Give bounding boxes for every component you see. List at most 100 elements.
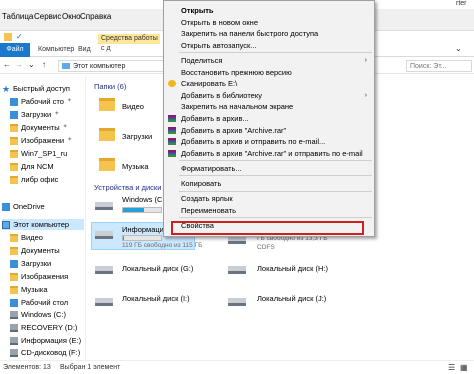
tab-computer[interactable]: Компьютер — [38, 46, 74, 53]
up-arrow-icon[interactable]: ↑ — [42, 60, 46, 69]
context-menu-item-15[interactable]: Создать ярлык — [165, 193, 373, 204]
sidebar-item-5[interactable]: Win7_SP1_ru — [10, 148, 67, 159]
context-menu-item-9[interactable]: Добавить в архив... — [165, 113, 373, 124]
context-menu-label: Добавить в библиотеку — [181, 90, 262, 100]
context-menu-item-5[interactable]: Восстановить прежнюю версию — [165, 67, 373, 78]
video-folder-icon[interactable] — [99, 98, 115, 111]
ribbon-expand-icon[interactable]: ⌄ — [455, 44, 462, 53]
drive-j-label[interactable]: Локальный диск (J:) — [257, 294, 326, 303]
context-menu-item-4[interactable]: Поделиться › — [165, 55, 373, 66]
sidebar-item-2[interactable]: Загрузки ✦ — [10, 109, 59, 120]
sidebar-item-label: Загрузки — [21, 259, 52, 268]
sidebar-item-9[interactable]: Этот компьютер — [2, 219, 84, 230]
context-menu-label: Сканировать E:\ — [181, 79, 238, 89]
context-menu-label: Добавить в архив... — [181, 113, 249, 123]
folder-downloads-label[interactable]: Загрузки — [122, 132, 152, 141]
sidebar-item-label: Изображени — [21, 136, 65, 145]
context-menu-item-11[interactable]: Добавить в архив и отправить по e-mail..… — [165, 136, 373, 147]
downloads-folder-icon[interactable] — [99, 128, 115, 141]
drive-c-capacity — [122, 207, 162, 213]
folders-group-header[interactable]: Папки (6) — [94, 82, 126, 91]
context-menu-label: Открыть в новом окне — [181, 17, 258, 27]
sidebar-item-14[interactable]: Музыка — [10, 284, 48, 295]
music-folder-icon[interactable] — [99, 158, 115, 171]
sidebar-item-13[interactable]: Изображения — [10, 271, 68, 282]
pin-icon: ✦ — [54, 111, 60, 117]
sidebar-item-18[interactable]: Информация (E:) — [10, 335, 81, 346]
sidebar-item-3[interactable]: Документы ✦ — [10, 122, 68, 133]
menu-window[interactable]: Окно — [62, 12, 81, 21]
tab-file[interactable]: Файл — [0, 43, 30, 57]
context-menu: Открыть Открыть в новом окне Закрепить на … — [163, 0, 375, 237]
sidebar-item-12[interactable]: Загрузки — [10, 258, 51, 269]
drive-icon — [10, 323, 18, 332]
sidebar-item-17[interactable]: RECOVERY (D:) — [10, 322, 77, 333]
menu-table[interactable]: Таблица — [2, 12, 33, 21]
context-menu-label: Восстановить прежнюю версию — [181, 67, 292, 77]
folder-music-label[interactable]: Музыка — [122, 162, 149, 171]
sidebar-item-label: CD-дисковод (F:) — [21, 348, 81, 357]
local-drive-h-icon[interactable] — [228, 266, 246, 274]
drive-g-label[interactable]: Локальный диск (G:) — [122, 264, 193, 273]
drive-i-label[interactable]: Локальный диск (I:) — [122, 294, 190, 303]
menu-help[interactable]: Справка — [80, 12, 111, 21]
sidebar-item-4[interactable]: Изображени ✦ — [10, 135, 72, 146]
context-menu-item-6[interactable]: Сканировать E:\ — [165, 78, 373, 89]
video-icon — [10, 233, 18, 242]
context-menu-item-16[interactable]: Переименовать — [165, 205, 373, 216]
local-drive-i-icon[interactable] — [95, 298, 113, 306]
forward-arrow-icon[interactable]: → — [15, 60, 23, 69]
drive-c-label[interactable]: Windows (C:) — [122, 195, 167, 204]
menu-service[interactable]: Сервис — [34, 12, 61, 21]
sidebar-item-7[interactable]: либр офис — [10, 174, 58, 185]
check-icon[interactable]: ✓ — [16, 33, 23, 41]
folder-icon — [10, 162, 18, 171]
sidebar-item-15[interactable]: Рабочий стол — [10, 297, 68, 308]
context-menu-item-2[interactable]: Закрепить на панели быстрого доступа — [165, 28, 373, 39]
devices-group-header[interactable]: Устройства и диски (7) — [94, 183, 173, 192]
sidebar-item-19[interactable]: CD-дисковод (F:) — [10, 347, 80, 358]
drive-h-label[interactable]: Локальный диск (H:) — [257, 264, 328, 273]
sidebar-item-0[interactable]: ★ Быстрый доступ — [2, 83, 70, 94]
tab-view[interactable]: Вид — [78, 46, 91, 53]
sidebar-item-label: Этот компьютер — [13, 220, 70, 229]
history-chevron-icon[interactable]: ⌄ — [28, 60, 35, 69]
context-menu-item-14[interactable]: Копировать — [165, 178, 373, 189]
quick-access-folder-icon[interactable] — [4, 33, 12, 41]
pin-icon: ✦ — [66, 98, 72, 104]
sidebar-item-6[interactable]: Для NCM — [10, 161, 54, 172]
context-menu-item-7[interactable]: Добавить в библиотеку › — [165, 90, 373, 101]
sidebar-item-label: Изображения — [21, 272, 69, 281]
context-menu-item-0[interactable]: Открыть — [165, 5, 373, 16]
address-path[interactable]: Этот компьютер — [58, 60, 166, 72]
context-menu-label: Открыть — [181, 6, 214, 15]
drive-icon — [10, 336, 18, 345]
folder-video-label[interactable]: Видео — [122, 102, 144, 111]
sidebar-item-8[interactable]: OneDrive — [2, 201, 45, 212]
details-view-icon[interactable]: ☰ — [448, 363, 455, 372]
context-menu-item-10[interactable]: Добавить в архив "Archive.rar" — [165, 125, 373, 136]
pin-icon: ✦ — [67, 137, 73, 143]
navigation-pane: ★ Быстрый доступ Рабочий сто ✦ Загрузки ✦ Доку… — [0, 76, 86, 359]
sidebar-item-label: Для NCM — [21, 162, 54, 171]
cd-drive-icon — [10, 348, 18, 357]
context-menu-item-12[interactable]: Добавить в архив "Archive.rar" и отправи… — [165, 148, 373, 159]
drive-e-label[interactable]: Информация — [122, 225, 168, 234]
sidebar-item-11[interactable]: Документы — [10, 245, 60, 256]
info-drive-icon[interactable] — [95, 231, 113, 239]
context-menu-item-13[interactable]: Форматировать... — [165, 163, 373, 174]
context-menu-item-3[interactable]: Открыть автозапуск... — [165, 40, 373, 51]
context-menu-item-8[interactable]: Закрепить на начальном экране — [165, 101, 373, 112]
context-menu-item-1[interactable]: Открыть в новом окне — [165, 17, 373, 28]
partial-drive-icon[interactable] — [228, 236, 246, 244]
local-drive-g-icon[interactable] — [95, 266, 113, 274]
sidebar-item-10[interactable]: Видео — [10, 232, 43, 243]
tiles-view-icon[interactable]: ▦ — [460, 363, 468, 372]
search-input[interactable]: Поиск: Эт... — [406, 60, 472, 72]
sidebar-item-16[interactable]: Windows (C:) — [10, 309, 66, 320]
windows-drive-icon[interactable] — [95, 202, 113, 210]
back-arrow-icon[interactable]: ← — [3, 60, 11, 69]
sidebar-item-1[interactable]: Рабочий сто ✦ — [10, 96, 72, 107]
local-drive-j-icon[interactable] — [228, 298, 246, 306]
desktop-icon — [10, 298, 18, 307]
